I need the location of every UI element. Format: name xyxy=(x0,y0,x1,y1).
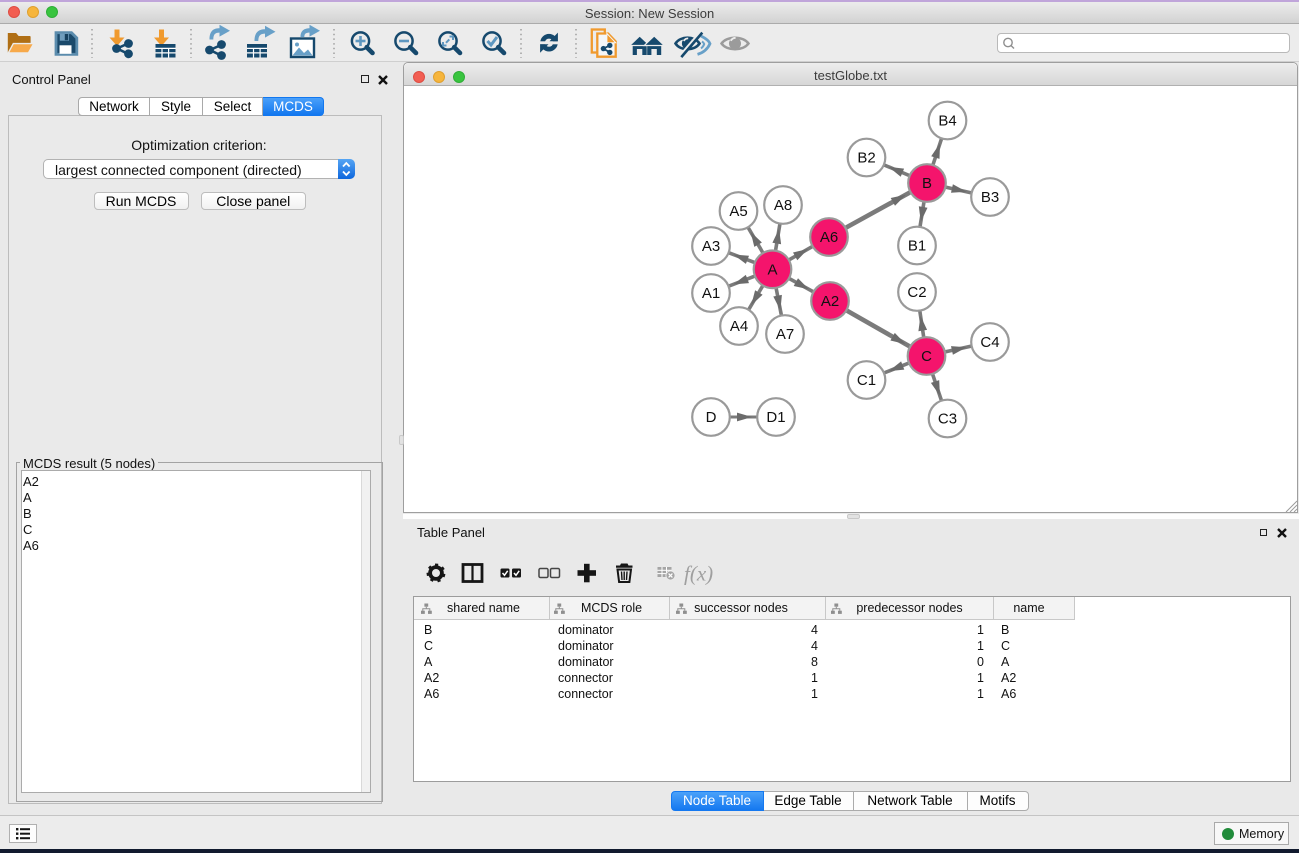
svg-text:B: B xyxy=(922,175,932,192)
svg-text:A1: A1 xyxy=(702,285,720,302)
svg-text:C2: C2 xyxy=(907,284,926,301)
svg-text:C1: C1 xyxy=(857,372,876,389)
svg-text:A7: A7 xyxy=(776,326,794,343)
svg-text:B4: B4 xyxy=(938,113,956,130)
svg-text:C4: C4 xyxy=(980,334,999,351)
svg-text:D1: D1 xyxy=(766,409,785,426)
svg-text:f(x): f(x) xyxy=(684,562,713,586)
svg-text:B2: B2 xyxy=(857,150,875,167)
svg-text:A8: A8 xyxy=(774,197,792,214)
svg-text:D: D xyxy=(706,409,717,426)
svg-text:A6: A6 xyxy=(820,229,838,246)
svg-text:A3: A3 xyxy=(702,238,720,255)
svg-text:A2: A2 xyxy=(821,293,839,310)
svg-text:B1: B1 xyxy=(908,238,926,255)
svg-text:A5: A5 xyxy=(729,203,747,220)
svg-text:B3: B3 xyxy=(981,189,999,206)
svg-text:C3: C3 xyxy=(938,411,957,428)
svg-text:A4: A4 xyxy=(730,318,748,335)
svg-text:A: A xyxy=(767,261,777,278)
svg-text:C: C xyxy=(921,348,932,365)
